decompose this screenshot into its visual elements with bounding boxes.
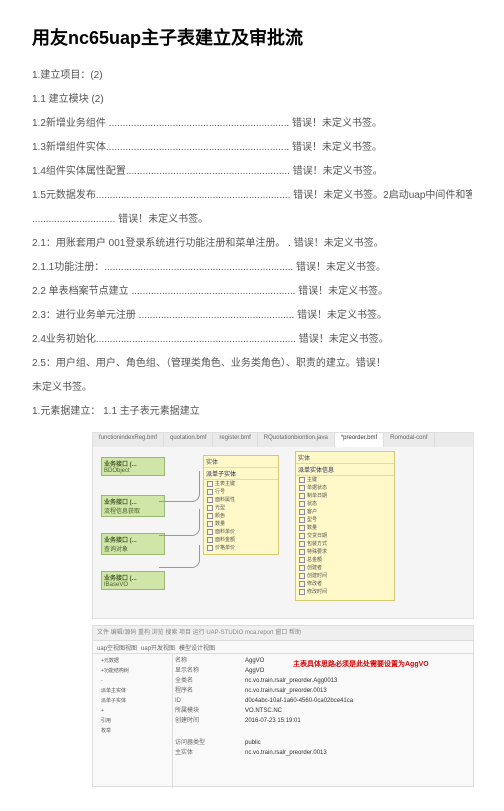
entity-box: 业务接口 (...查询对象 (101, 533, 165, 555)
table-of-contents: 1.建立项目：(2) 1.1 建立模块 (2) 1.2新增业务组件 ........… (32, 68, 472, 420)
entity-box: 业务接口 (...BDObject (101, 457, 165, 476)
studio-screenshot: 文件 编辑/源码 重构 浏览 搜索 项目 运行 UAP-STUDIO mca.r… (92, 625, 474, 787)
toc-entry: 2.1：用账套用户 001登录系统进行功能注册和菜单注册。 . 错误！未定义书签… (32, 236, 472, 252)
attr-panel: 实体 派单子实体 主表主键行号面料属性光型颜色数量面料单价面料金额价格单价 (203, 455, 279, 555)
toc-entry: 未定义书签。 (32, 380, 472, 396)
toc-entry: 1.2新增业务组件 ..............................… (32, 116, 472, 132)
document-title: 用友nc65uap主子表建立及审批流 (32, 24, 472, 50)
toc-entry: 1.5元数据发布................................… (32, 188, 472, 204)
entity-box: 业务接口 (...IBaseVO (101, 571, 165, 590)
toc-entry: 1.元素据建立： 1.1 主子表元素据建立 (32, 404, 472, 420)
diagram-screenshot: functionindexReg.bmfquotation.bmfregiste… (92, 432, 474, 619)
diagram-tabs: functionindexReg.bmfquotation.bmfregiste… (93, 433, 473, 447)
attr-panel: 实体 派单实体信息 主键单据状态制单日期状态客户型号数量交货日期包装方式特殊要求… (295, 451, 395, 601)
screenshots-block: functionindexReg.bmfquotation.bmfregiste… (92, 432, 472, 787)
toc-entry: 2.3：进行业务单元注册 ...........................… (32, 308, 472, 324)
toc-entry: 2.1.1功能注册：..............................… (32, 260, 472, 276)
toc-entry: 1.4组件实体属性配置.............................… (32, 164, 472, 180)
toc-entry: 2.2 单表档案节点建立 ...........................… (32, 284, 472, 300)
toc-entry: 1.3新增组件实体...............................… (32, 140, 472, 156)
toc-entry: 2.5：用户组、用户、角色组、（管理类角色、业务类角色）、职责的建立。错误！ (32, 356, 472, 372)
studio-tabs: uap空视图视图uap开发视图模型设计视图 (93, 641, 473, 654)
toc-entry: 2.4业务初始化................................… (32, 332, 472, 348)
annotation: 主表具体思路必须是此处需要设置为AggVO (293, 659, 429, 669)
toc-entry: 1.1 建立模块 (2) (32, 92, 472, 108)
toc-entry: 1.建立项目：(2) (32, 68, 472, 84)
properties-pane: 名称AggVO显示名称AggVO全类名nc.vo.train.rsalr_pre… (173, 654, 473, 760)
toc-entry: .............................. 错误！未定义书签。 (32, 212, 472, 228)
menubar: 文件 编辑/源码 重构 浏览 搜索 项目 运行 UAP-STUDIO mca.r… (93, 626, 473, 641)
entity-box: 业务接口 (...流程信息获取 (101, 495, 165, 517)
tree-pane: +元数据+功能结构树-派单主实体派单子实体+引用枚举 (93, 654, 173, 788)
